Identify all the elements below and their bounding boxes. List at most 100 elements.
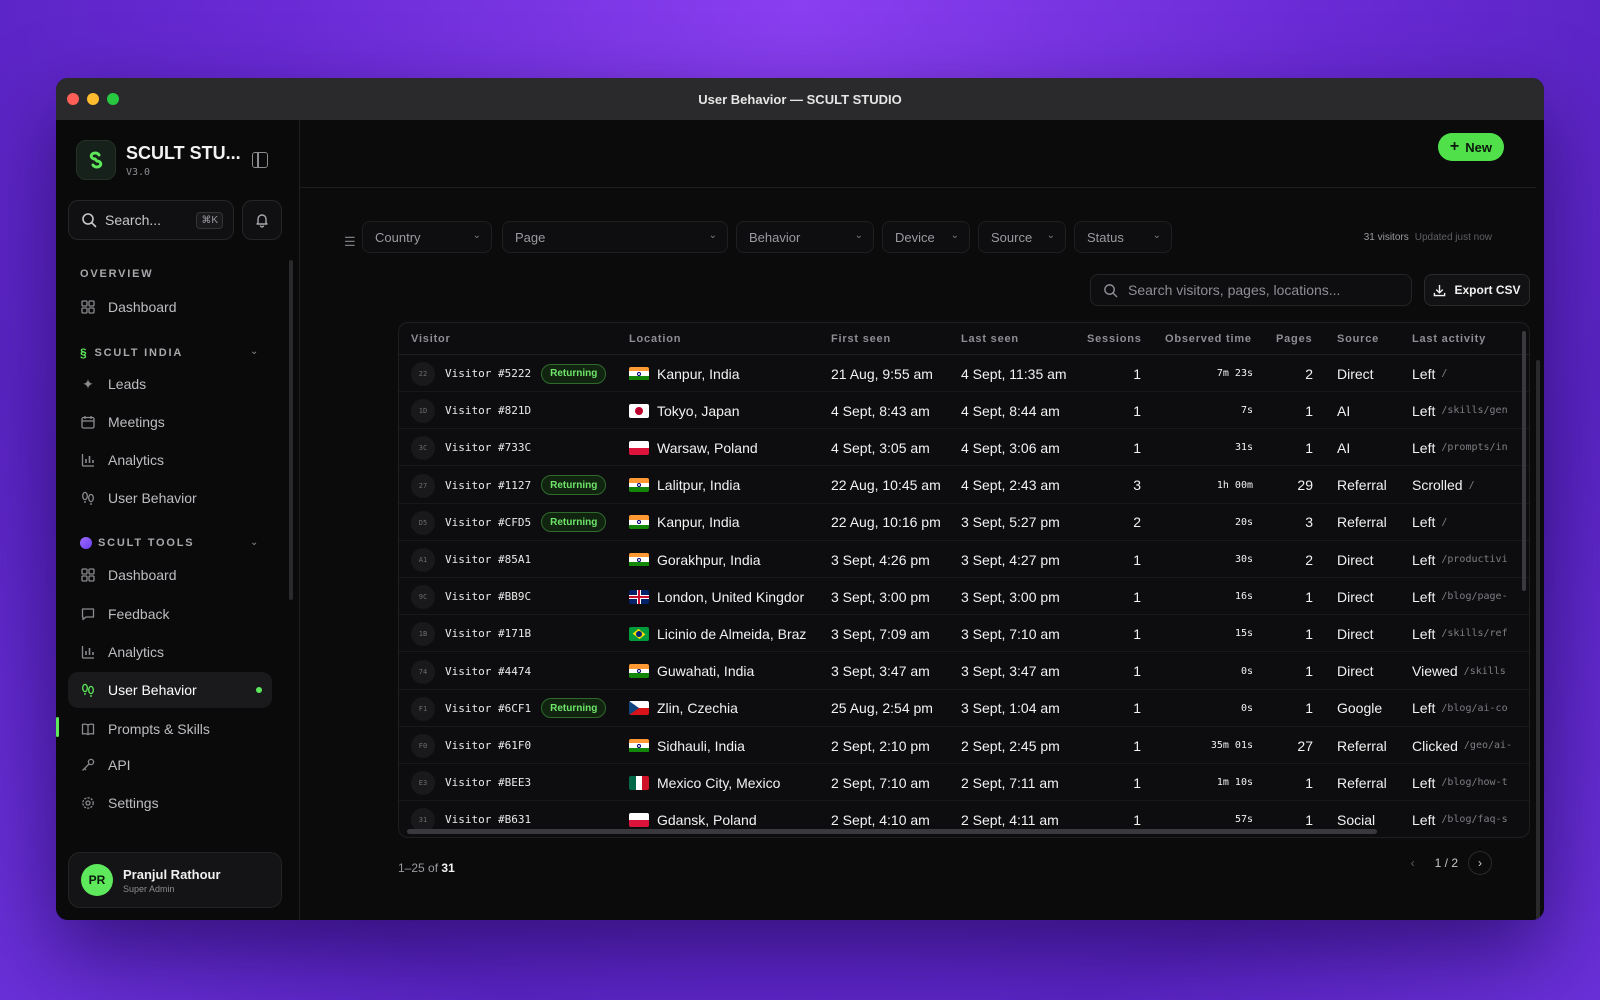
visitor-id[interactable]: Visitor #CFD5 [445, 516, 531, 529]
visitor-id[interactable]: Visitor #BEE3 [445, 776, 531, 789]
row-index: 74 [411, 659, 435, 684]
sidebar-item-meetings[interactable]: Meetings [68, 404, 272, 440]
header-location[interactable]: Location [629, 333, 681, 345]
row-index: 22 [411, 362, 435, 386]
export-csv-button[interactable]: Export CSV [1424, 274, 1530, 306]
sidebar-item-prompts-skills[interactable]: Prompts & Skills [68, 711, 272, 747]
first-seen-cell: 21 Aug, 9:55 am [831, 365, 933, 382]
last-seen-cell: 3 Sept, 7:10 am [961, 625, 1060, 642]
prev-page-button[interactable]: ‹ [1401, 851, 1425, 875]
first-seen-cell: 22 Aug, 10:45 am [831, 477, 941, 494]
sidebar-scrollbar[interactable] [289, 260, 293, 600]
new-button[interactable]: + New [1437, 133, 1504, 161]
filter-sliders-icon[interactable]: ☰ [344, 234, 356, 250]
table-row[interactable]: D5 Visitor #CFD5 Returning Kanpur, India 22 … [399, 504, 1529, 541]
sidebar-item-leads[interactable]: ✦ Leads [68, 366, 272, 402]
returning-badge: Returning [541, 363, 607, 384]
visitor-id[interactable]: Visitor #85A1 [445, 553, 531, 566]
minimize-window-button[interactable] [87, 93, 99, 105]
sidebar-item-tools-dashboard[interactable]: Dashboard [68, 557, 272, 593]
visitor-id[interactable]: Visitor #171B [445, 627, 531, 640]
sidebar-item-settings[interactable]: Settings [68, 785, 272, 821]
sidebar-item-api[interactable]: API [68, 747, 272, 783]
last-seen-cell: 3 Sept, 3:00 pm [961, 588, 1060, 605]
vertical-scrollbar[interactable] [1522, 331, 1526, 591]
visitor-id[interactable]: Visitor #821D [445, 404, 531, 417]
table-row[interactable]: F1 Visitor #6CF1 Returning Zlin, Czechia 25 … [399, 690, 1529, 727]
sessions-cell: 1 [1133, 439, 1141, 456]
country-filter[interactable]: Country ⌄ [362, 221, 492, 253]
status-filter[interactable]: Status ⌄ [1074, 221, 1172, 253]
visitor-id[interactable]: Visitor #6CF1 [445, 702, 531, 715]
user-profile-card[interactable]: PR Pranjul Rathour Super Admin [68, 852, 282, 908]
table-row[interactable]: 74 Visitor #4474 Guwahati, India 3 Sept, 3:… [399, 653, 1529, 690]
section-scult-india[interactable]: § SCULT INDIA [80, 346, 183, 360]
first-seen-cell: 3 Sept, 3:00 pm [831, 588, 930, 605]
last-activity-cell: Left/blog/how-t [1412, 764, 1516, 801]
header-observed-time[interactable]: Observed time [1165, 333, 1252, 345]
visitor-id[interactable]: Visitor #5222 [445, 367, 531, 380]
visitor-cell: Visitor #1127 Returning [445, 467, 625, 504]
search-icon [1104, 283, 1118, 297]
sidebar-item-label: User Behavior [108, 490, 197, 506]
chevron-down-icon[interactable]: ⌄ [250, 346, 258, 357]
header-source[interactable]: Source [1337, 333, 1379, 345]
sidebar-item-user-behavior[interactable]: User Behavior [68, 480, 272, 516]
section-scult-tools[interactable]: SCULT TOOLS [80, 537, 194, 549]
first-seen-cell: 4 Sept, 8:43 am [831, 402, 930, 419]
header-sessions[interactable]: Sessions [1087, 333, 1142, 345]
visitor-id[interactable]: Visitor #61F0 [445, 739, 531, 752]
bell-icon [256, 214, 268, 228]
maximize-window-button[interactable] [107, 93, 119, 105]
header-last-activity[interactable]: Last activity [1412, 333, 1486, 345]
table-row[interactable]: 3C Visitor #733C Warsaw, Poland 4 Sept, 3:0… [399, 429, 1529, 467]
sidebar-item-label: Analytics [108, 452, 165, 468]
visitor-id[interactable]: Visitor #BB9C [445, 590, 531, 603]
visitor-id[interactable]: Visitor #B631 [445, 813, 531, 826]
visitors-table: Visitor Location First seen Last seen Se… [398, 322, 1530, 838]
close-window-button[interactable] [67, 93, 79, 105]
location-cell: London, United Kingdor [629, 578, 811, 615]
activity-type: Left [1412, 700, 1436, 717]
table-row[interactable]: 1B Visitor #171B Licinio de Almeida, Braz 3… [399, 615, 1529, 653]
table-row[interactable]: 27 Visitor #1127 Returning Lalitpur, India 2… [399, 467, 1529, 504]
visitor-cell: Visitor #821D [445, 392, 625, 429]
table-row[interactable]: 1D Visitor #821D Tokyo, Japan 4 Sept, 8:43 … [399, 392, 1529, 430]
device-filter[interactable]: Device ⌄ [882, 221, 970, 253]
sidebar-item-tools-user-behavior[interactable]: User Behavior [68, 672, 272, 708]
brand[interactable]: SCULT STU... V3.0 [76, 140, 241, 180]
horizontal-scrollbar[interactable] [407, 829, 1377, 834]
table-search-input[interactable]: Search visitors, pages, locations... [1090, 274, 1412, 306]
activity-type: Left [1412, 588, 1436, 605]
table-row[interactable]: A1 Visitor #85A1 Gorakhpur, India 3 Sept, 4… [399, 541, 1529, 578]
sidebar-collapse-icon[interactable] [252, 152, 268, 168]
header-last-seen[interactable]: Last seen [961, 333, 1019, 345]
main-scrollbar[interactable] [1536, 360, 1540, 920]
sidebar-item-label: Dashboard [108, 567, 177, 583]
sidebar-item-overview-dashboard[interactable]: Dashboard [68, 289, 272, 325]
plus-icon: + [1449, 138, 1460, 155]
source-filter[interactable]: Source ⌄ [978, 221, 1066, 253]
visitor-id[interactable]: Visitor #1127 [445, 479, 531, 492]
header-visitor[interactable]: Visitor [411, 333, 451, 345]
table-row[interactable]: F0 Visitor #61F0 Sidhauli, India 2 Sept, 2:… [399, 727, 1529, 764]
header-pages[interactable]: Pages [1276, 333, 1312, 345]
header-first-seen[interactable]: First seen [831, 333, 891, 345]
sidebar-item-tools-analytics[interactable]: Analytics [68, 634, 272, 670]
table-row[interactable]: 22 Visitor #5222 Returning Kanpur, India 21 … [399, 355, 1529, 392]
pages-cell: 1 [1305, 663, 1313, 680]
last-seen-cell: 3 Sept, 5:27 pm [961, 514, 1060, 531]
page-filter-label: Page [515, 229, 546, 245]
next-page-button[interactable]: › [1468, 851, 1492, 875]
notifications-button[interactable] [242, 200, 282, 240]
visitor-id[interactable]: Visitor #733C [445, 441, 531, 454]
visitor-id[interactable]: Visitor #4474 [445, 665, 531, 678]
table-row[interactable]: 9C Visitor #BB9C London, United Kingdor 3 S… [399, 578, 1529, 616]
sidebar-item-analytics[interactable]: Analytics [68, 442, 272, 478]
sidebar-item-feedback[interactable]: Feedback [68, 596, 272, 632]
table-row[interactable]: E3 Visitor #BEE3 Mexico City, Mexico 2 Sept… [399, 764, 1529, 802]
page-filter[interactable]: Page ⌄ [502, 221, 728, 253]
chevron-down-icon[interactable]: ⌄ [250, 537, 258, 548]
sidebar-search-input[interactable]: Search... ⌘K [68, 200, 234, 240]
behavior-filter[interactable]: Behavior ⌄ [736, 221, 874, 253]
